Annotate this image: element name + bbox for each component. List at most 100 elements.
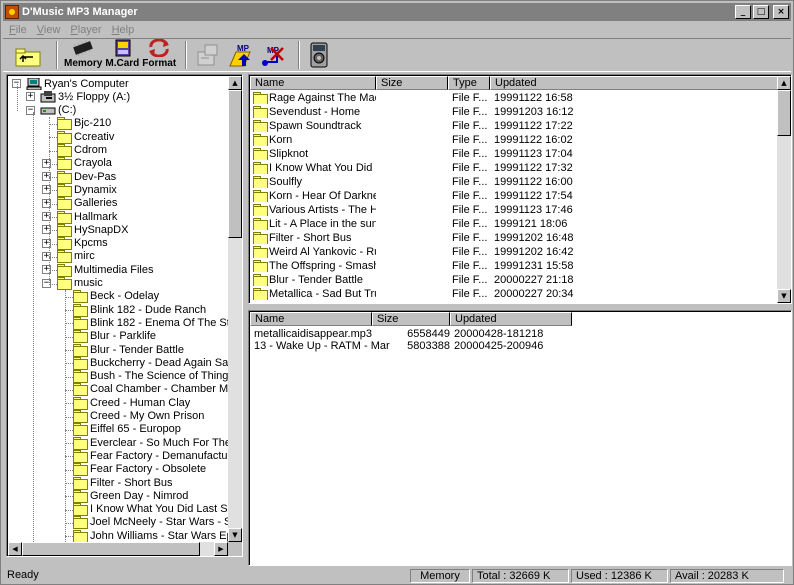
scroll-up-button[interactable]: ▲ xyxy=(777,76,791,90)
tree-folder-music-album[interactable]: Fear Factory - Demanufacture xyxy=(72,449,228,463)
folder-list-row[interactable]: Slipknot File F... 19991123 17:04 xyxy=(250,147,640,161)
tree-folder-music-album[interactable]: Bush - The Science of Things xyxy=(72,370,228,384)
scroll-thumb[interactable] xyxy=(777,90,791,136)
folder-list-row[interactable]: Korn File F... 19991122 16:02 xyxy=(250,133,640,147)
tree-folder-music-album[interactable]: Filter - Short Bus xyxy=(72,476,175,490)
copy-to-device-button[interactable] xyxy=(193,40,223,70)
tree-folder[interactable]: Galleries xyxy=(56,197,119,211)
column-size[interactable]: Size xyxy=(376,76,448,90)
folder-list-row[interactable]: Lit - A Place in the sun File F... 1999121… xyxy=(250,217,640,231)
delete-mp3-button[interactable]: MP xyxy=(259,40,289,70)
format-button[interactable]: Format xyxy=(142,38,176,70)
menu-player[interactable]: Player xyxy=(64,24,105,36)
folder-list-row[interactable]: Sevendust - Home File F... 19991203 16:12 xyxy=(250,105,640,119)
tree-vertical-scrollbar[interactable]: ▲ ▼ xyxy=(228,76,242,542)
tree-folder-music-album[interactable]: Everclear - So Much For The Afterglow xyxy=(72,436,228,450)
folder-list-row[interactable]: Blur - Tender Battle File F... 20000227 21… xyxy=(250,273,640,287)
expand-toggle[interactable]: + xyxy=(26,92,35,102)
tree-folder-music-album[interactable]: Blur - Tender Battle xyxy=(72,343,186,357)
tree-folder-music-album[interactable]: Blink 182 - Enema Of The State xyxy=(72,316,228,330)
device-file-row[interactable]: metallicaidisappear.mp3 6558449 20000428-1… xyxy=(250,328,580,340)
column-name[interactable]: Name xyxy=(250,312,372,326)
scroll-down-button[interactable]: ▼ xyxy=(777,289,791,303)
folder-list-row[interactable]: Filter - Short Bus File F... 19991202 16:4… xyxy=(250,231,640,245)
scroll-up-button[interactable]: ▲ xyxy=(228,76,242,90)
window-title: D'Music MP3 Manager xyxy=(22,6,138,18)
tree-folder[interactable]: Multimedia Files xyxy=(56,263,155,277)
minimize-button[interactable]: _ xyxy=(735,5,751,19)
folder-list-row[interactable]: Rage Against The Machi... File F... 199911… xyxy=(250,91,640,105)
tree-folder[interactable]: mirc xyxy=(56,250,97,264)
tree-connector xyxy=(49,123,57,125)
tree-folder-music-album[interactable]: Beck - Odelay xyxy=(72,290,161,304)
tree-folder[interactable]: Hallmark xyxy=(56,210,119,224)
folder-list-row[interactable]: Korn - Hear Of Darkness File F... 19991122… xyxy=(250,189,640,203)
folder-list-view[interactable]: Name Size Type Updated Rage Against The … xyxy=(248,74,792,304)
up-folder-button[interactable] xyxy=(9,40,47,70)
folder-list-row[interactable]: The Offspring - Smash File F... 19991231 1… xyxy=(250,259,640,273)
scroll-down-button[interactable]: ▼ xyxy=(228,528,242,542)
list-type-cell: File F... xyxy=(452,148,488,160)
tree-folder[interactable]: Crayola xyxy=(56,157,114,171)
tree-folder[interactable]: HySnapDX xyxy=(56,223,130,237)
menu-file[interactable]: File xyxy=(3,24,31,36)
tree-drive-c[interactable]: (C:) xyxy=(40,104,78,117)
tree-folder[interactable]: music xyxy=(56,277,105,290)
tree-folder-music-album[interactable]: Blur - Parklife xyxy=(72,330,158,344)
tree-root-computer[interactable]: Ryan's Computer xyxy=(26,77,131,90)
tree-folder-music-album[interactable]: Joel McNeely - Star Wars - Shadows xyxy=(72,516,228,530)
column-updated[interactable]: Updated xyxy=(450,312,572,326)
memory-button[interactable]: Memory xyxy=(64,40,102,70)
tree-folder-music-album[interactable]: John Williams - Star Wars Episode I xyxy=(72,529,228,542)
tree-horizontal-scrollbar[interactable]: ◀ ▶ xyxy=(8,542,228,556)
column-name[interactable]: Name xyxy=(250,76,376,90)
player-button[interactable] xyxy=(306,40,332,70)
folder-list-row[interactable]: Various Artists - The Har... File F... 199… xyxy=(250,203,640,217)
column-size[interactable]: Size xyxy=(372,312,450,326)
tree-folder[interactable]: Ccreativ xyxy=(56,130,116,144)
folder-list-row[interactable]: Metallica - Sad But True File F... 2000022… xyxy=(250,287,640,301)
close-button[interactable]: × xyxy=(773,5,789,19)
tree-folder-music-album[interactable]: Green Day - Nimrod xyxy=(72,489,190,503)
tree-folder-music-album[interactable]: Fear Factory - Obsolete xyxy=(72,463,208,477)
menu-view[interactable]: View xyxy=(31,24,65,36)
scroll-thumb[interactable] xyxy=(228,90,242,238)
folder-tree[interactable]: − Ryan's Computer +3½ Floppy (A:) − (C:) Bjc-… xyxy=(6,74,243,557)
scroll-thumb[interactable] xyxy=(22,542,200,556)
folder-list-row[interactable]: I Know What You Did La... File F... 199911… xyxy=(250,161,640,175)
tree-item-label: Green Day - Nimrod xyxy=(90,489,189,502)
device-file-row[interactable]: 13 - Wake Up - RATM - Mar... 5803388 20000… xyxy=(250,340,580,352)
maximize-button[interactable]: □ xyxy=(753,5,769,19)
tree-folder-music-album[interactable]: Blink 182 - Dude Ranch xyxy=(72,303,208,317)
list-name-text: Spawn Soundtrack xyxy=(269,120,362,132)
tree-folder[interactable]: Dynamix xyxy=(56,183,119,197)
column-type[interactable]: Type xyxy=(448,76,490,90)
device-file-list[interactable]: Name Size Updated metallicaidisappear.mp… xyxy=(248,310,792,566)
tree-folder-music-album[interactable]: Coal Chamber - Chamber Muzic xyxy=(72,383,228,397)
tree-folder[interactable]: Kpcms xyxy=(56,237,110,251)
list-vertical-scrollbar[interactable]: ▲ ▼ xyxy=(777,76,791,303)
tree-folder[interactable]: Cdrom xyxy=(56,144,109,157)
tree-folder-music-album[interactable]: Buckcherry - Dead Again Sampler xyxy=(72,356,228,370)
tree-drive-floppy[interactable]: 3½ Floppy (A:) xyxy=(40,90,132,103)
scroll-right-button[interactable]: ▶ xyxy=(214,542,228,556)
tree-folder-music-album[interactable]: Creed - My Own Prison xyxy=(72,410,206,423)
tree-item-label: Coal Chamber - Chamber Muzic xyxy=(90,383,228,396)
title-bar[interactable]: D'Music MP3 Manager _ □ × xyxy=(3,3,791,21)
column-updated[interactable]: Updated xyxy=(490,76,778,90)
menu-help[interactable]: Help xyxy=(106,24,139,36)
tree-item-label: Blink 182 - Enema Of The State xyxy=(90,316,228,329)
list-type-cell: File F... xyxy=(452,274,488,286)
folder-list-row[interactable]: Soulfly File F... 19991122 16:00 xyxy=(250,175,640,189)
tree-folder[interactable]: Bjc-210 xyxy=(56,117,113,131)
tree-folder-music-album[interactable]: Eiffel 65 - Europop xyxy=(72,423,183,437)
scroll-left-button[interactable]: ◀ xyxy=(8,542,22,556)
tree-folder-music-album[interactable]: I Know What You Did Last Summer xyxy=(72,503,228,517)
tree-folder-music-album[interactable]: Creed - Human Clay xyxy=(72,396,192,410)
folder-list-row[interactable]: Spawn Soundtrack File F... 19991122 17:22 xyxy=(250,119,640,133)
add-mp3-button[interactable]: MP xyxy=(226,40,256,70)
mcard-button[interactable]: M.Card xyxy=(105,39,139,70)
folder-list-row[interactable]: Weird Al Yankovic - Run... File F... 19991… xyxy=(250,245,640,259)
tree-folder[interactable]: Dev-Pas xyxy=(56,170,118,184)
app-icon[interactable] xyxy=(5,5,19,19)
